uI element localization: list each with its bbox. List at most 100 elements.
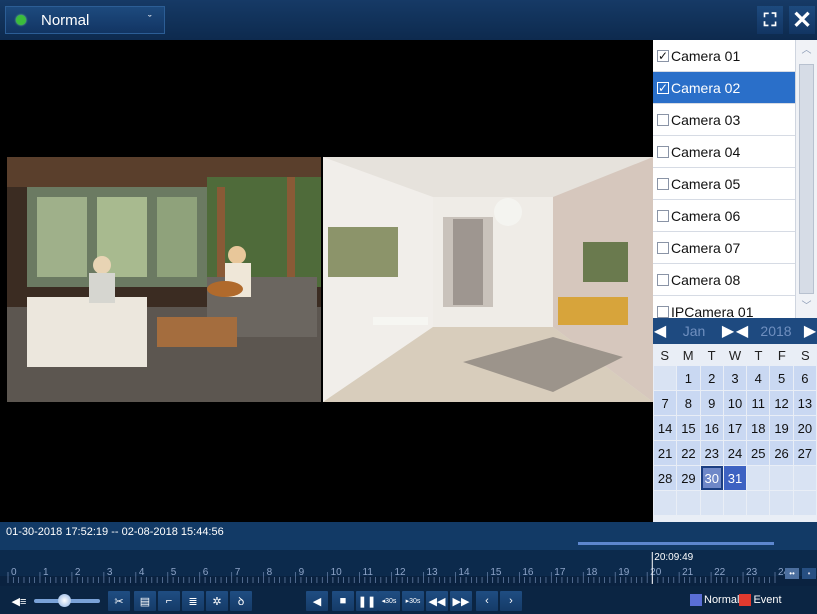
playback-timeline[interactable]: 0 1 2 3 4 5 6 7 8 9 10 11 12 13 14 15 16 17 18 19 20 21 22 23 24… (0, 550, 817, 586)
calendar-day[interactable]: 14 (654, 416, 677, 440)
calendar-day[interactable]: 30 (700, 466, 723, 490)
timeline-hour-label: 18 (586, 567, 598, 578)
audio-button[interactable]: ◀≡ (8, 591, 30, 611)
scroll-up-icon[interactable]: ︿ (798, 42, 815, 60)
calendar-day[interactable]: 15 (677, 416, 700, 440)
calendar-day[interactable]: 12 (770, 391, 793, 415)
camera-checkbox[interactable]: ✓ (657, 49, 669, 62)
fast-button[interactable]: ▶▶ (450, 591, 472, 611)
calendar-day[interactable]: 9 (700, 391, 723, 415)
slow-button[interactable]: ◀◀ (426, 591, 448, 611)
calendar-weekday: W (728, 347, 742, 363)
next-day-button[interactable]: › (500, 591, 522, 611)
timeline-zoom-in-icon[interactable]: •• (785, 568, 799, 579)
camera-checkbox[interactable] (657, 145, 669, 158)
camera-checkbox[interactable]: ✓ (657, 81, 669, 94)
calendar-day (723, 491, 747, 515)
next-month-icon[interactable]: ▶ (721, 321, 735, 341)
pause-button[interactable]: ❚❚ (356, 591, 378, 611)
calendar-day[interactable]: 1 (677, 366, 700, 390)
calendar-day[interactable]: 10 (723, 391, 747, 415)
playback-mode-label: Normal (41, 11, 90, 29)
camera-list-item[interactable]: Camera 05 (653, 168, 795, 200)
volume-slider-knob[interactable] (57, 594, 71, 607)
forward-30s-button[interactable]: ▸30s (402, 591, 424, 611)
tag-button[interactable]: ⌐ (158, 591, 180, 611)
stop-button[interactable]: ■ (332, 591, 354, 611)
calendar-day[interactable]: 22 (677, 441, 700, 465)
calendar-day[interactable]: 7 (654, 391, 677, 415)
digital-zoom-button[interactable]: ꝺ (230, 591, 252, 611)
camera-checkbox[interactable] (657, 305, 669, 318)
camera-feed-living-room[interactable] (323, 157, 653, 402)
calendar-day (654, 366, 677, 390)
camera-feed-patio[interactable] (7, 157, 321, 402)
playback-mode-select[interactable]: Normal ˇ (5, 6, 165, 34)
camera-list-item[interactable]: ✓ Camera 02 (653, 72, 795, 104)
calendar-day[interactable]: 18 (747, 416, 770, 440)
prev-year-icon[interactable]: ◀ (735, 321, 749, 341)
camera-checkbox[interactable] (657, 113, 669, 126)
timeline-hour-label: 10 (331, 567, 343, 578)
custom-tag-button[interactable]: ≣ (182, 591, 204, 611)
reverse-play-button[interactable]: ◀ (306, 591, 328, 611)
calendar: ◀ Jan ▶ ◀ 2018 ▶ SMTWTFS 1 2 3 4 5 6 7 8 9 10 11 12… (653, 318, 817, 522)
camera-list-item[interactable]: Camera 07 (653, 232, 795, 264)
camera-checkbox[interactable] (657, 177, 669, 190)
calendar-header: ◀ Jan ▶ ◀ 2018 ▶ (653, 318, 817, 344)
calendar-day[interactable]: 19 (770, 416, 793, 440)
prev-day-button[interactable]: ‹ (476, 591, 498, 611)
camera-list-item[interactable]: IPCamera 01 (653, 296, 795, 318)
calendar-day[interactable]: 5 (770, 366, 793, 390)
calendar-day[interactable]: 11 (747, 391, 770, 415)
playback-control-bar: ◀≡ ✂ ▤ ⌐ ≣ ✲ ꝺ ◀ ■ ❚❚ ◂30s ▸30s ◀◀ ▶▶ ‹ › Normal Event (0, 586, 817, 614)
calendar-day[interactable]: 3 (723, 366, 747, 390)
calendar-day[interactable]: 2 (700, 366, 723, 390)
calendar-day[interactable]: 28 (654, 466, 677, 490)
video-playback-area[interactable] (5, 40, 653, 520)
timeline-hour-label: 4 (139, 567, 145, 578)
clip-button[interactable]: ✂ (108, 591, 130, 611)
calendar-day[interactable]: 6 (793, 366, 816, 390)
timeline-track[interactable] (0, 576, 817, 586)
calendar-day[interactable]: 20 (793, 416, 816, 440)
back-30s-button[interactable]: ◂30s (378, 591, 400, 611)
calendar-day[interactable]: 13 (793, 391, 816, 415)
camera-label: Camera 06 (671, 207, 741, 224)
fullscreen-button[interactable]: ⛶ (757, 6, 783, 34)
settings-button[interactable]: ✲ (206, 591, 228, 611)
calendar-day[interactable]: 17 (723, 416, 747, 440)
calendar-weekday: T (754, 347, 763, 363)
camera-list-scrollbar[interactable]: ︿ ﹀ (795, 40, 817, 318)
timeline-ruler[interactable]: 0 1 2 3 4 5 6 7 8 9 10 11 12 13 14 15 16 17 18 19 20 21 22 23 24 (0, 550, 817, 586)
calendar-month[interactable]: Jan (667, 323, 721, 339)
calendar-day[interactable]: 27 (793, 441, 816, 465)
camera-checkbox[interactable] (657, 273, 669, 286)
calendar-day[interactable]: 24 (723, 441, 747, 465)
calendar-day[interactable]: 26 (770, 441, 793, 465)
camera-checkbox[interactable] (657, 209, 669, 222)
calendar-day[interactable]: 23 (700, 441, 723, 465)
calendar-day[interactable]: 31 (723, 466, 747, 490)
calendar-day[interactable]: 29 (677, 466, 700, 490)
camera-list-item[interactable]: Camera 03 (653, 104, 795, 136)
calendar-day[interactable]: 16 (700, 416, 723, 440)
calendar-year[interactable]: 2018 (749, 323, 803, 339)
calendar-day[interactable]: 4 (747, 366, 770, 390)
scrollbar-thumb[interactable] (799, 64, 814, 294)
timeline-zoom-out-icon[interactable]: • (802, 568, 816, 579)
prev-month-icon[interactable]: ◀ (653, 321, 667, 341)
close-button[interactable]: ✕ (789, 6, 815, 34)
camera-checkbox[interactable] (657, 241, 669, 254)
camera-list-item[interactable]: Camera 08 (653, 264, 795, 296)
camera-list-item[interactable]: Camera 06 (653, 200, 795, 232)
calendar-day[interactable]: 21 (654, 441, 677, 465)
camera-list-item[interactable]: ✓ Camera 01 (653, 40, 795, 72)
save-clip-button[interactable]: ▤ (134, 591, 156, 611)
calendar-day[interactable]: 25 (747, 441, 770, 465)
scroll-down-icon[interactable]: ﹀ (798, 298, 815, 316)
camera-list-item[interactable]: Camera 04 (653, 136, 795, 168)
calendar-weekday: F (777, 347, 786, 363)
calendar-day[interactable]: 8 (677, 391, 700, 415)
next-year-icon[interactable]: ▶ (803, 321, 817, 341)
